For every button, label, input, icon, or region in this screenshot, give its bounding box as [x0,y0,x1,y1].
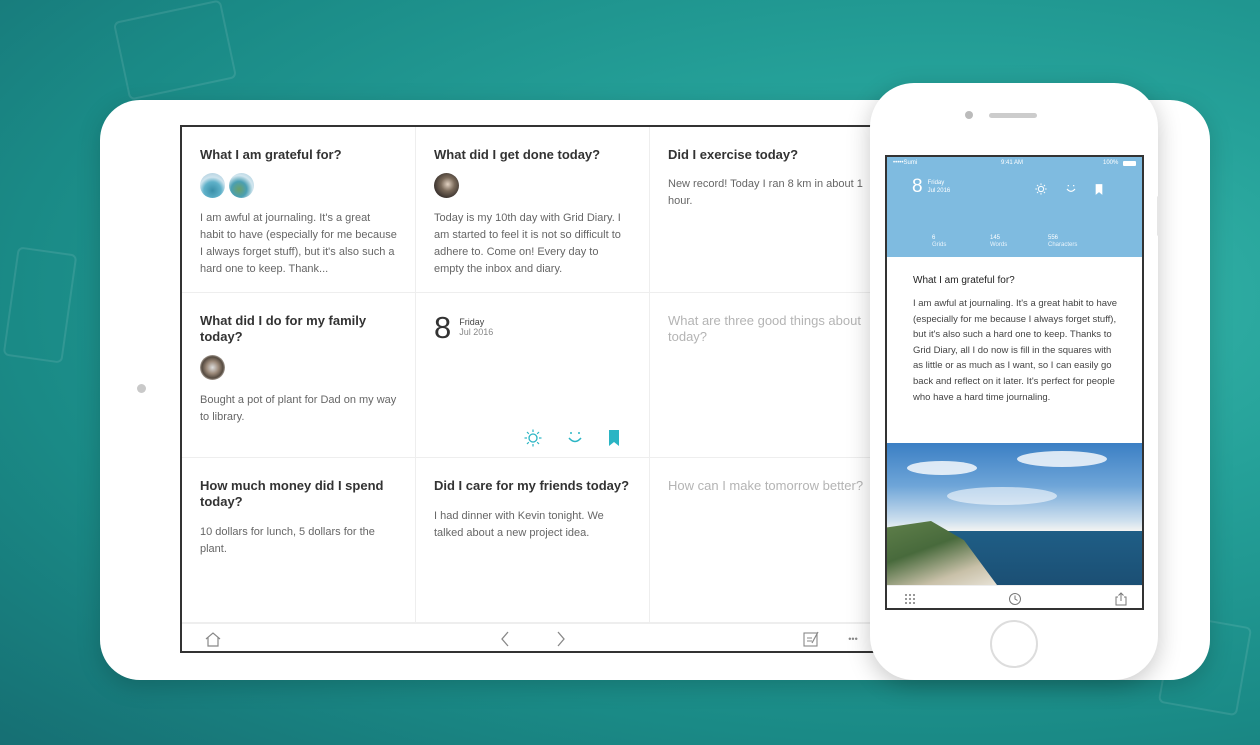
entry-text: I am awful at journaling. It's a great h… [913,298,1118,403]
stat-grids: 6 Grids [932,235,947,248]
history-icon[interactable] [1007,591,1022,606]
sun-icon[interactable] [1035,182,1047,200]
battery-icon [1123,161,1136,166]
entry-title: What I am grateful for? [913,275,1015,286]
smile-icon[interactable] [1065,182,1077,200]
background-doodle [2,246,78,364]
iphone-screen: •••••Sumi 9:41 AM 100% 8 Friday Jul 2016 [885,155,1144,610]
cell-text: 10 dollars for lunch, 5 dollars for the … [200,526,375,555]
date-month-year: Jul 2016 [459,327,494,337]
home-icon[interactable] [204,630,222,648]
grid-cell-family[interactable]: What did I do for my family today? Bough… [182,293,416,458]
cell-placeholder: How can I make tomorrow better? [668,478,864,493]
date-display: 8 Friday Jul 2016 [912,177,950,197]
mood-icons [1035,182,1103,200]
chevron-left-icon[interactable] [496,630,514,648]
grid-cell-tomorrow[interactable]: How can I make tomorrow better? [650,458,884,623]
bookmark-icon[interactable] [608,430,620,451]
grid-cell-exercise[interactable]: Did I exercise today? New record! Today … [650,127,884,293]
sun-icon[interactable] [524,429,542,452]
grid-icon[interactable] [902,591,917,606]
stat-characters: 556 Characters [1048,235,1078,248]
grid-cell-done-today[interactable]: What did I get done today? Today is my 1… [416,127,650,293]
more-icon[interactable]: ••• [844,630,862,648]
edit-icon[interactable] [802,630,820,648]
background-doodle [112,0,238,101]
date-weekday: Friday [459,317,485,327]
date-day: 8 [434,310,452,345]
date-display: 8 Friday Jul 2016 [434,310,631,345]
date-day: 8 [912,176,923,197]
entry-body[interactable]: What I am grateful for? I am awful at jo… [913,275,1123,405]
smile-icon[interactable] [566,429,584,452]
cell-title: What I am grateful for? [200,147,342,162]
photo-thumbnail[interactable] [200,355,225,380]
photo-thumbnails [200,355,397,380]
date-month-year: Jul 2016 [927,188,951,194]
photo-cloud [1017,451,1107,467]
phone-toolbar [887,585,1142,608]
cell-text: New record! Today I ran 8 km in about 1 … [668,178,863,207]
entry-photo[interactable] [887,443,1142,585]
carrier-label: •••••Sumi [893,160,918,166]
cell-text: Bought a pot of plant for Dad on my way … [200,394,397,423]
cell-title: What did I get done today? [434,147,601,162]
cell-title: Did I care for my friends today? [434,478,630,493]
chevron-right-icon[interactable] [552,630,570,648]
bookmark-icon[interactable] [1095,182,1103,200]
photo-cloud [907,461,977,475]
cell-title: Did I exercise today? [668,147,799,162]
stats-row: 6 Grids 145 Words 556 Characters [932,235,1106,249]
share-icon[interactable] [1113,591,1128,606]
cell-title: How much money did I spend today? [200,478,384,509]
status-bar: •••••Sumi 9:41 AM 100% [891,159,1139,169]
grid-cell-grateful[interactable]: What I am grateful for? I am awful at jo… [182,127,416,293]
mood-icons [524,429,620,452]
stat-words: 145 Words [990,235,1008,248]
photo-thumbnails [200,173,397,198]
cell-text: I had dinner with Kevin tonight. We talk… [434,510,604,539]
cell-placeholder: What are three good things about today? [668,313,861,344]
photo-cloud [947,487,1057,505]
photo-thumbnail[interactable] [200,173,225,198]
cell-text: I am awful at journaling. It's a great h… [200,212,397,275]
battery-label: 100% [1103,160,1119,166]
grid-cell-date: 8 Friday Jul 2016 [416,293,650,458]
photo-thumbnail[interactable] [434,173,459,198]
iphone-speaker [989,113,1037,118]
cell-text: Today is my 10th day with Grid Diary. I … [434,212,621,275]
iphone-camera [965,111,973,119]
date-weekday: Friday [927,180,945,186]
phone-header: •••••Sumi 9:41 AM 100% 8 Friday Jul 2016 [887,157,1142,257]
grid-cell-good-things[interactable]: What are three good things about today? [650,293,884,458]
ipad-camera [137,384,146,393]
home-button[interactable] [990,620,1038,668]
iphone-device: •••••Sumi 9:41 AM 100% 8 Friday Jul 2016 [870,83,1160,680]
iphone-side-button [1157,196,1160,236]
photo-thumbnails [434,173,631,198]
grid-cell-money[interactable]: How much money did I spend today? 10 dol… [182,458,416,623]
photo-thumbnail[interactable] [229,173,254,198]
photo-cliff [887,521,997,585]
status-time: 9:41 AM [1001,160,1024,166]
grid-cell-friends[interactable]: Did I care for my friends today? I had d… [416,458,650,623]
cell-title: What did I do for my family today? [200,313,367,344]
